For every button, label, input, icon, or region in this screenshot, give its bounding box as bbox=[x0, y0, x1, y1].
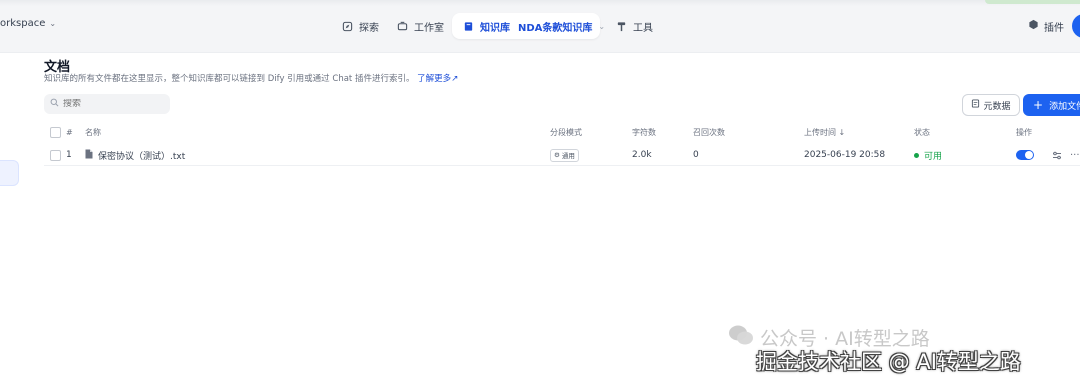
col-hits: 召回次数 bbox=[693, 127, 725, 137]
mode-label: 通用 bbox=[561, 152, 575, 160]
file-icon bbox=[85, 149, 93, 162]
mode-badge: ⚙ 通用 bbox=[550, 148, 579, 162]
nav-knowledge[interactable]: 知识库 bbox=[462, 16, 510, 36]
status-dot-icon bbox=[914, 152, 919, 158]
row-mode: ⚙ 通用 bbox=[550, 145, 579, 165]
book-icon bbox=[462, 20, 474, 32]
nav-tools[interactable]: 工具 bbox=[615, 16, 653, 36]
search-icon bbox=[50, 98, 59, 110]
table-row[interactable]: 1 保密协议（测试）.txt ⚙ 通用 2.0k 0 2025-06-19 20… bbox=[44, 145, 1080, 166]
workspace-label: orkspace bbox=[0, 18, 46, 29]
add-file-button-label: 添加文件 bbox=[1049, 101, 1080, 112]
add-file-button[interactable]: + 添加文件 bbox=[1023, 94, 1080, 116]
learn-more-link[interactable]: 了解更多↗ bbox=[417, 74, 458, 84]
enable-toggle[interactable] bbox=[1016, 145, 1034, 165]
external-link-icon: ↗ bbox=[451, 74, 459, 84]
col-chars: 字符数 bbox=[632, 127, 656, 137]
plugins-label: 插件 bbox=[1044, 22, 1064, 34]
nav-studio[interactable]: 工作室 bbox=[396, 16, 444, 36]
plugin-icon bbox=[1028, 19, 1039, 33]
watermark-juejin: 掘金技术社区 @ AI转型之路 bbox=[756, 350, 1021, 374]
avatar[interactable] bbox=[1072, 14, 1080, 38]
page-description-text: 知识库的所有文件都在这里显示，整个知识库都可以链接到 Dify 引用或通过 Ch… bbox=[44, 74, 415, 84]
row-name[interactable]: 保密协议（测试）.txt bbox=[85, 145, 185, 165]
nav-studio-label: 工作室 bbox=[414, 22, 444, 34]
dataset-name: NDA条款知识库 bbox=[518, 22, 593, 34]
hammer-icon bbox=[615, 20, 627, 32]
metadata-button-label: 元数据 bbox=[983, 101, 1011, 112]
file-name: 保密协议（测试）.txt bbox=[98, 151, 186, 162]
nav-knowledge-label: 知识库 bbox=[480, 22, 510, 34]
row-chars: 2.0k bbox=[632, 150, 652, 160]
top-bar: orkspace ⌄ 探索 工作室 知识库 NDA条款知识库 ⌄ 工具 插件 bbox=[0, 0, 1080, 53]
sidebar-active-item[interactable] bbox=[0, 160, 19, 186]
row-uploaded: 2025-06-19 20:58 bbox=[804, 150, 886, 160]
row-checkbox[interactable] bbox=[50, 145, 61, 165]
workspace-switcher[interactable]: orkspace ⌄ bbox=[0, 18, 56, 29]
nav-tools-label: 工具 bbox=[633, 22, 653, 34]
col-index: # bbox=[66, 127, 73, 137]
more-options-icon[interactable]: ··· bbox=[1070, 145, 1080, 165]
page-description: 知识库的所有文件都在这里显示，整个知识库都可以链接到 Dify 引用或通过 Ch… bbox=[44, 72, 458, 84]
search-box bbox=[44, 94, 170, 114]
search-input[interactable] bbox=[63, 99, 163, 109]
col-actions: 操作 bbox=[1016, 127, 1032, 137]
chevron-down-icon: ⌄ bbox=[49, 19, 57, 28]
studio-icon bbox=[396, 20, 408, 32]
metadata-button[interactable]: 元数据 bbox=[962, 94, 1020, 116]
segment-settings-icon[interactable] bbox=[1052, 145, 1062, 165]
col-mode: 分段模式 bbox=[550, 127, 582, 137]
col-status: 状态 bbox=[914, 127, 930, 137]
select-all-checkbox[interactable] bbox=[50, 124, 61, 140]
plugins-button[interactable]: 插件 bbox=[1028, 16, 1064, 36]
learn-more-label: 了解更多 bbox=[417, 74, 452, 84]
status-label: 可用 bbox=[924, 151, 943, 162]
row-index: 1 bbox=[66, 150, 72, 160]
metadata-icon bbox=[971, 99, 980, 111]
nav-explore[interactable]: 探索 bbox=[341, 16, 379, 36]
top-bar-edge bbox=[0, 0, 1080, 6]
nav-explore-label: 探索 bbox=[359, 22, 379, 34]
chevron-down-icon: ⌄ bbox=[598, 21, 606, 31]
row-hits: 0 bbox=[693, 150, 699, 160]
dataset-selector[interactable]: NDA条款知识库 ⌄ bbox=[518, 16, 605, 36]
col-uploaded[interactable]: 上传时间 ↓ bbox=[804, 124, 845, 140]
wechat-icon bbox=[728, 324, 754, 351]
top-bar-highlight bbox=[985, 0, 1080, 4]
row-status: 可用 bbox=[914, 145, 942, 165]
settings-icon: ⚙ bbox=[554, 151, 560, 159]
col-name: 名称 bbox=[85, 127, 101, 137]
compass-icon bbox=[341, 20, 353, 32]
table-header: # 名称 分段模式 字符数 召回次数 上传时间 ↓ 状态 操作 bbox=[44, 124, 1080, 140]
plus-icon: + bbox=[1033, 98, 1044, 112]
